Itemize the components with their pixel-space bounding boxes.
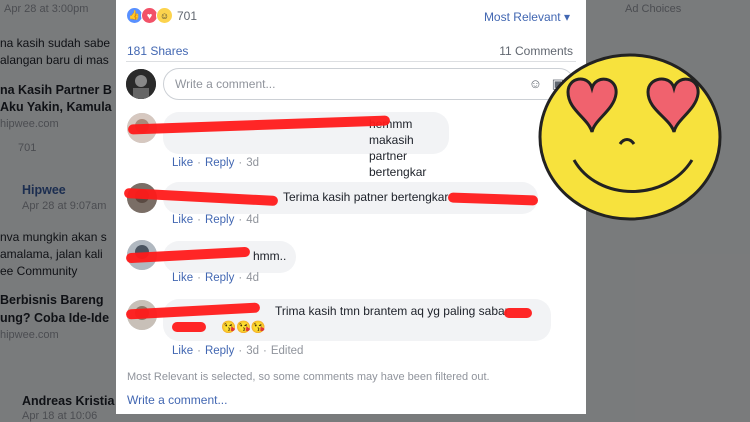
comment-input[interactable]: Write a comment... ☺ ▣ [163,68,575,100]
comment-actions: Like · Reply · 4d [172,272,259,284]
redaction-scribble [504,308,532,318]
reaction-count: 701 [177,8,198,23]
filter-notice: Most Relevant is selected, so some comme… [127,371,490,383]
haha-icon: ☺ [156,7,173,24]
comment-placeholder: Write a comment... [175,77,276,91]
reactions-bar[interactable]: 👍 ♥ ☺ 701 [126,7,197,24]
comment-actions: Like · Reply · 4d [172,214,259,226]
like-link[interactable]: Like [172,214,193,226]
like-link[interactable]: Like [172,157,193,169]
comments-panel: 👍 ♥ ☺ 701 Most Relevant ▾ 181 Shares 11 … [116,0,586,414]
comment-emoji: 😘😘😘 [221,320,266,334]
write-comment-link[interactable]: Write a comment... [127,393,227,407]
reply-link[interactable]: Reply [205,272,234,284]
sort-dropdown[interactable]: Most Relevant ▾ [484,10,570,24]
comment-time[interactable]: 3d [246,345,259,357]
like-link[interactable]: Like [172,272,193,284]
shares-link[interactable]: 181 Shares [127,44,188,58]
like-link[interactable]: Like [172,345,193,357]
redaction-scribble [172,322,206,332]
avatar [126,69,156,99]
reply-link[interactable]: Reply [205,157,234,169]
comment-time[interactable]: 3d [246,157,259,169]
comment-time[interactable]: 4d [246,272,259,284]
heart-eyes-emoji-icon [538,53,722,221]
divider [126,61,576,62]
reply-link[interactable]: Reply [205,214,234,226]
reply-link[interactable]: Reply [205,345,234,357]
comment-actions: Like · Reply · 3d [172,157,259,169]
comment-actions: Like · Reply · 3d · Edited [172,345,304,357]
comment-time[interactable]: 4d [246,214,259,226]
edited-label[interactable]: Edited [271,345,304,357]
